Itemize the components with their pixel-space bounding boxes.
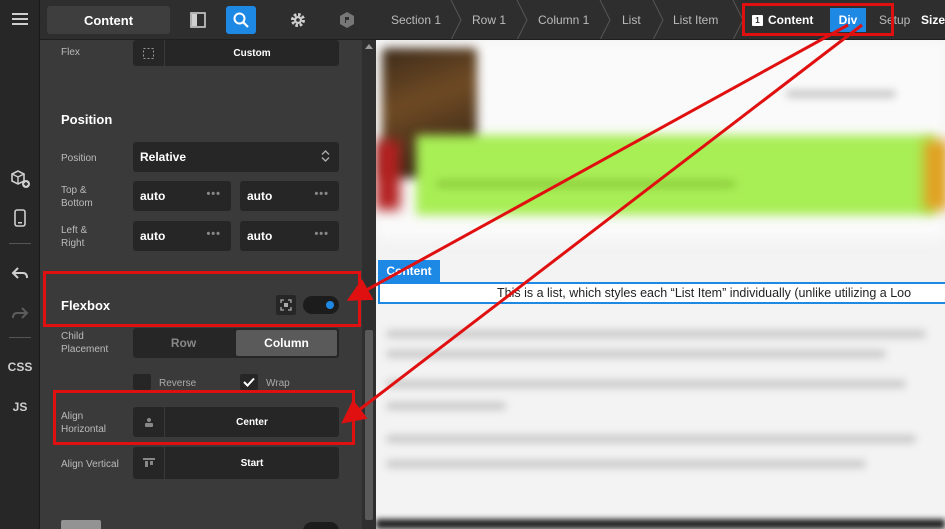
position-value: Relative — [140, 150, 187, 164]
breadcrumb-separator-icon — [516, 0, 528, 39]
checkmark-icon — [243, 377, 255, 387]
bottom-input[interactable]: auto ••• — [240, 181, 339, 211]
position-section-title: Position — [61, 112, 113, 127]
top-input[interactable]: auto ••• — [133, 181, 231, 211]
flex-control[interactable]: Custom — [133, 40, 339, 66]
wrap-checkbox[interactable] — [240, 374, 258, 390]
left-input[interactable]: auto ••• — [133, 221, 231, 251]
next-section-toggle[interactable] — [303, 522, 339, 529]
js-label: JS — [12, 400, 28, 414]
left-rail: CSS JS — [0, 0, 40, 529]
child-placement-row-option[interactable]: Row — [133, 328, 234, 358]
top-bottom-label: Top & Bottom — [61, 185, 93, 209]
breadcrumb-separator-icon — [450, 0, 462, 39]
wrap-label: Wrap — [266, 378, 290, 389]
left-right-label: Left & Right — [61, 225, 88, 249]
hexagon-addon-icon[interactable] — [332, 6, 362, 34]
align-start-icon — [133, 447, 165, 479]
layout-panel-icon[interactable] — [183, 6, 213, 34]
css-button[interactable]: CSS — [0, 352, 40, 382]
blurred-text — [386, 350, 886, 358]
list-content-text[interactable]: This is a list, which styles each “List … — [378, 282, 945, 304]
breadcrumb-separator-icon — [652, 0, 664, 39]
rail-divider — [9, 243, 31, 244]
align-vertical-label: Align Vertical — [61, 459, 119, 470]
blurred-footer — [376, 519, 945, 529]
blurred-text — [436, 180, 736, 188]
hamburger-menu-icon[interactable] — [0, 4, 40, 34]
position-select[interactable]: Relative — [133, 142, 339, 172]
rail-divider — [9, 337, 31, 338]
blurred-green-bar — [416, 135, 936, 215]
content-element-tag[interactable]: Content — [378, 260, 440, 282]
next-section-title-clipped — [61, 520, 101, 529]
align-vertical-control[interactable]: Start — [133, 447, 339, 479]
blurred-red-block — [376, 140, 400, 210]
page-preview[interactable]: Content This is a list, which styles eac… — [376, 40, 945, 529]
blurred-text — [386, 380, 906, 388]
flex-label: Flex — [61, 47, 80, 58]
annotation-box-flexbox — [43, 271, 361, 327]
undo-icon[interactable] — [0, 258, 40, 288]
left-value: auto — [140, 229, 166, 243]
top-value: auto — [140, 189, 166, 203]
flex-value: Custom — [233, 47, 271, 59]
breadcrumb-row[interactable]: Row 1 — [472, 0, 506, 39]
gear-icon[interactable] — [283, 6, 313, 34]
align-vertical-value: Start — [240, 457, 264, 469]
reverse-checkbox[interactable] — [133, 374, 151, 390]
more-dots-icon[interactable]: ••• — [314, 228, 329, 240]
annotation-box-breadcrumb — [742, 3, 894, 36]
scroll-thumb[interactable] — [365, 330, 373, 520]
breadcrumb-column[interactable]: Column 1 — [538, 0, 589, 39]
panel-scrollbar[interactable] — [362, 40, 376, 529]
blurred-yellow-block — [924, 140, 945, 210]
breadcrumb-list-item[interactable]: List Item — [673, 0, 718, 39]
reverse-label: Reverse — [159, 378, 197, 389]
blurred-text — [386, 402, 506, 410]
css-label: CSS — [7, 360, 33, 374]
position-label: Position — [61, 153, 97, 164]
tab-size[interactable]: Size — [921, 0, 945, 39]
breadcrumb-section[interactable]: Section 1 — [391, 0, 441, 39]
bottom-value: auto — [247, 189, 273, 203]
tab-content[interactable]: Content — [47, 6, 170, 34]
child-placement-column-option[interactable]: Column — [236, 330, 337, 356]
scroll-up-arrow-icon[interactable] — [365, 44, 373, 49]
js-button[interactable]: JS — [0, 392, 40, 422]
annotation-box-align-horizontal — [53, 390, 355, 445]
add-element-icon[interactable] — [0, 164, 40, 194]
blurred-text — [386, 435, 916, 443]
select-chevron-icon — [321, 150, 330, 165]
blurred-text — [386, 460, 866, 468]
blurred-text — [386, 330, 926, 338]
right-input[interactable]: auto ••• — [240, 221, 339, 251]
child-placement-label: Child Placement — [61, 331, 109, 355]
flex-dashed-box-icon — [133, 40, 165, 66]
breadcrumb-separator-icon — [599, 0, 611, 39]
more-dots-icon[interactable]: ••• — [206, 228, 221, 240]
more-dots-icon[interactable]: ••• — [314, 188, 329, 200]
redo-icon[interactable] — [0, 298, 40, 328]
more-dots-icon[interactable]: ••• — [206, 188, 221, 200]
mobile-preview-icon[interactable] — [0, 203, 40, 233]
blurred-text — [786, 90, 896, 98]
inspector-topbar: Content — [40, 0, 376, 40]
child-placement-segmented: Row Column — [133, 328, 339, 358]
search-icon[interactable] — [226, 6, 256, 34]
right-value: auto — [247, 229, 273, 243]
breadcrumb-list[interactable]: List — [622, 0, 641, 39]
